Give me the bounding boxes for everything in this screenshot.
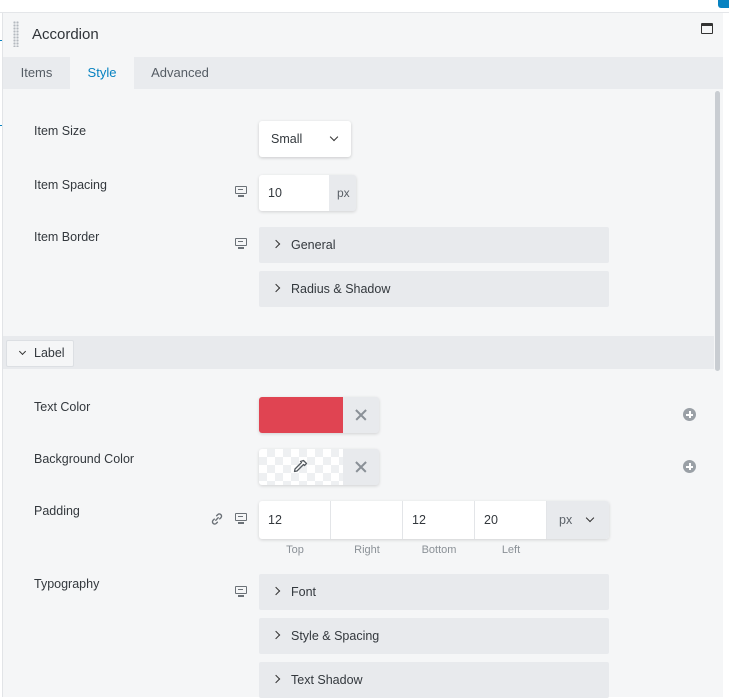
chevron-right-icon (271, 283, 281, 293)
monitor-icon[interactable] (235, 186, 247, 197)
group-label: General (291, 238, 336, 252)
padding-unit-select[interactable]: px (547, 501, 609, 539)
border-radius-shadow-group[interactable]: Radius & Shadow (259, 271, 609, 307)
padding-left-input[interactable] (475, 501, 547, 539)
text-color-swatch[interactable] (259, 397, 343, 433)
chevron-down-icon (329, 132, 339, 142)
scrollbar[interactable] (715, 91, 720, 371)
monitor-icon[interactable] (235, 238, 247, 249)
chevron-right-icon (271, 239, 281, 249)
item-spacing-field: px (259, 175, 356, 211)
typography-font-group[interactable]: Font (259, 574, 609, 610)
background-color-swatch[interactable] (259, 449, 343, 485)
chevron-right-icon (271, 630, 281, 640)
padding-fields: px (259, 501, 609, 539)
monitor-icon[interactable] (235, 586, 247, 597)
label-section-header: Label (3, 336, 714, 369)
eyedropper-icon (293, 459, 308, 473)
text-color-label: Text Color (34, 400, 91, 414)
chevron-down-icon (585, 513, 595, 523)
background-color-field (259, 449, 379, 485)
clear-color-button[interactable] (343, 449, 379, 485)
plus-circle-icon[interactable] (683, 460, 696, 473)
unit-label: px (559, 513, 573, 527)
typography-style-spacing-group[interactable]: Style & Spacing (259, 618, 609, 654)
padding-right-input[interactable] (331, 501, 403, 539)
item-spacing-input[interactable] (259, 175, 329, 211)
drag-handle-icon[interactable] (13, 21, 19, 47)
padding-bottom-caption: Bottom (421, 544, 457, 556)
padding-top-caption: Top (286, 544, 304, 556)
padding-bottom-input[interactable] (403, 501, 475, 539)
tab-advanced[interactable]: Advanced (134, 57, 226, 89)
settings-panel: Accordion Items Style Advanced Item Size… (2, 13, 723, 698)
item-size-value: Small (271, 132, 303, 146)
padding-top-input[interactable] (259, 501, 331, 539)
typography-text-shadow-group[interactable]: Text Shadow (259, 662, 609, 698)
link-icon[interactable] (210, 512, 224, 526)
group-label: Radius & Shadow (291, 282, 391, 296)
maximize-icon[interactable] (701, 23, 713, 34)
chevron-down-icon (18, 347, 27, 356)
border-general-group[interactable]: General (259, 227, 609, 263)
group-label: Text Shadow (291, 673, 363, 687)
item-size-select[interactable]: Small (259, 121, 351, 157)
unit-label: px (337, 186, 350, 200)
tab-bar: Items Style Advanced (3, 57, 723, 89)
typography-label: Typography (34, 577, 100, 591)
tab-style[interactable]: Style (70, 57, 134, 89)
section-title: Label (34, 346, 65, 360)
text-color-field (259, 397, 379, 433)
item-spacing-label: Item Spacing (34, 178, 107, 192)
group-label: Style & Spacing (291, 629, 380, 643)
corner-accent (718, 0, 729, 8)
item-size-label: Item Size (34, 124, 87, 138)
group-label: Font (291, 585, 317, 599)
panel-header: Accordion (3, 13, 723, 57)
padding-left-caption: Left (501, 544, 521, 556)
monitor-icon[interactable] (235, 513, 247, 524)
label-section-toggle[interactable]: Label (6, 340, 74, 367)
chevron-right-icon (271, 586, 281, 596)
panel-title: Accordion (32, 26, 99, 43)
item-border-label: Item Border (34, 230, 100, 244)
tab-items[interactable]: Items (3, 57, 70, 89)
chevron-right-icon (271, 674, 281, 684)
padding-right-caption: Right (354, 544, 380, 556)
background-color-label: Background Color (34, 452, 135, 466)
plus-circle-icon[interactable] (683, 408, 696, 421)
padding-label: Padding (34, 504, 80, 518)
clear-color-button[interactable] (343, 397, 379, 433)
